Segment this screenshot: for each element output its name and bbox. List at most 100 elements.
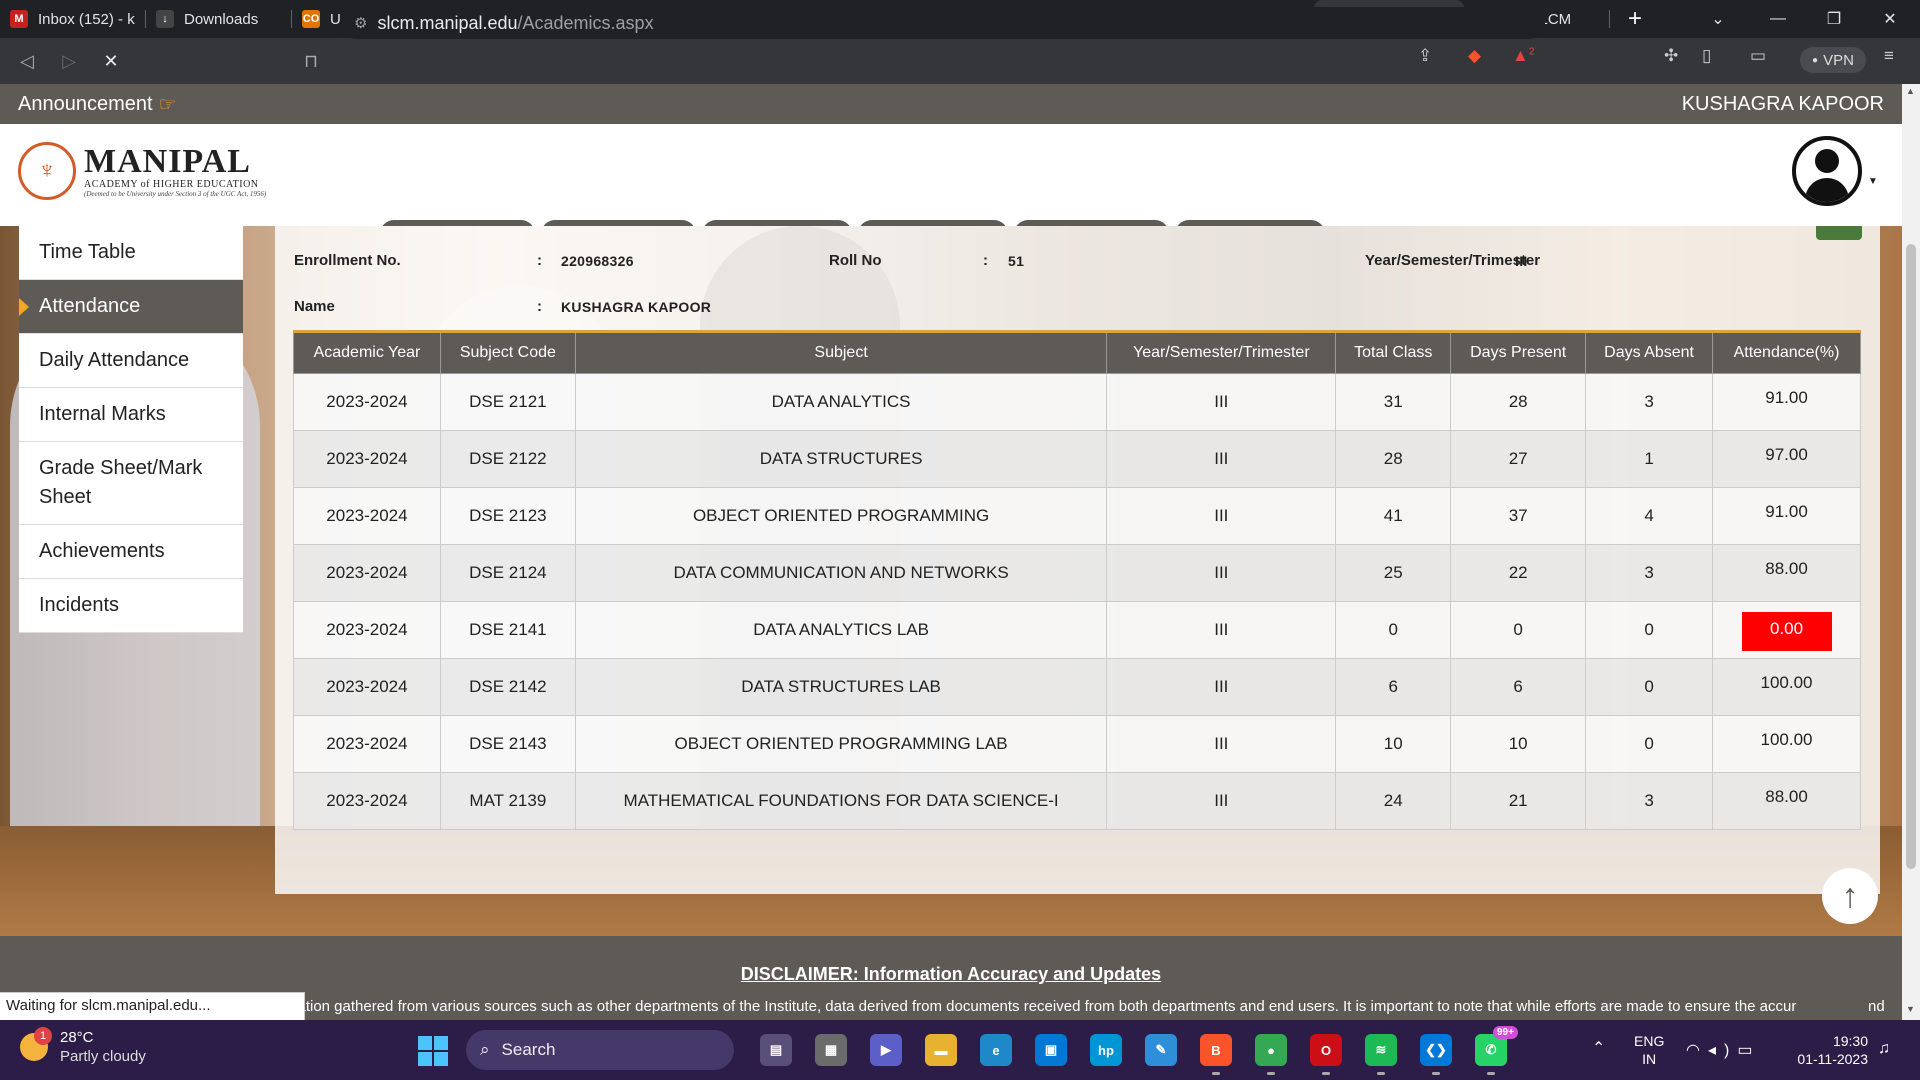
avatar[interactable] xyxy=(1792,136,1862,206)
edge-app-icon[interactable]: e xyxy=(980,1034,1012,1066)
cell-year: 2023-2024 xyxy=(293,487,441,545)
cell-present: 27 xyxy=(1450,430,1587,488)
side-menu-item[interactable]: Attendance xyxy=(19,280,243,334)
show-hidden-icons[interactable]: ⌃ xyxy=(1592,1038,1605,1058)
cell-code: DSE 2122 xyxy=(439,430,576,488)
cell-subject: DATA COMMUNICATION AND NETWORKS xyxy=(574,544,1108,602)
attendance-percent: 88.00 xyxy=(1765,787,1808,806)
stop-loading-icon[interactable]: ✕ xyxy=(96,46,126,76)
browser-tab[interactable]: M Inbox (152) - k xyxy=(0,0,146,38)
clock[interactable]: 19:30 01-11-2023 xyxy=(1788,1032,1868,1068)
minimize-button[interactable]: — xyxy=(1750,0,1806,38)
system-tray-icons[interactable]: ◠◂)▭ xyxy=(1686,1040,1760,1060)
announcement-link[interactable]: Announcement ☞ xyxy=(18,92,176,117)
column-header: Subject Code xyxy=(439,330,576,374)
restore-button[interactable]: ❐ xyxy=(1806,0,1862,38)
cell-year: 2023-2024 xyxy=(293,544,441,602)
manipal-logo[interactable]: ♆ MANIPAL ACADEMY of HIGHER EDUCATION (D… xyxy=(18,142,266,200)
extensions-icon[interactable]: ✣ xyxy=(1664,46,1678,66)
address-bar[interactable]: ⚙ slcm.manipal.edu/Academics.aspx xyxy=(340,7,1545,39)
weather-widget[interactable]: 1 28°C Partly cloudy xyxy=(20,1027,146,1066)
share-icon[interactable]: ⇪ xyxy=(1418,46,1432,66)
new-tab-button[interactable]: + xyxy=(1610,5,1660,33)
app-glyph: O xyxy=(1320,1042,1332,1058)
avatar-caret-icon[interactable]: ▼ xyxy=(1868,176,1878,187)
site-info-icon[interactable]: ⚙ xyxy=(354,14,367,32)
running-indicator xyxy=(1432,1072,1440,1075)
side-menu-item[interactable]: Achievements xyxy=(19,525,243,579)
notification-bell-icon[interactable]: ♫ xyxy=(1878,1040,1890,1058)
files-app-icon[interactable]: ▦ xyxy=(815,1034,847,1066)
vpn-button[interactable]: ● VPN xyxy=(1800,47,1866,73)
language-indicator[interactable]: ENG IN xyxy=(1634,1032,1664,1068)
cell-sem: III xyxy=(1106,658,1337,716)
forward-icon[interactable]: ▷ xyxy=(54,46,84,76)
start-button[interactable] xyxy=(418,1036,448,1066)
chrome-app-icon[interactable]: ● xyxy=(1255,1034,1287,1075)
spotify-app-icon[interactable]: ≋ xyxy=(1365,1034,1397,1075)
bookmark-icon[interactable]: ⊓ xyxy=(296,46,326,76)
cell-sem: III xyxy=(1106,373,1337,431)
column-header: Academic Year xyxy=(293,330,441,374)
cell-attendance-percent: 100.00 xyxy=(1712,658,1861,716)
table-row: 2023-2024 DSE 2141 DATA ANALYTICS LAB III 0 0… xyxy=(293,601,1861,659)
volume-icon: ◂) xyxy=(1707,1042,1738,1059)
side-menu-item[interactable]: Grade Sheet/Mark Sheet xyxy=(19,442,243,525)
cell-sem: III xyxy=(1106,715,1337,773)
side-menu-item[interactable]: Internal Marks xyxy=(19,388,243,442)
page-scrollbar[interactable]: ▲ ▼ xyxy=(1902,84,1920,1020)
browser-tab[interactable]: ↓ Downloads xyxy=(146,0,292,38)
cell-sem: III xyxy=(1106,772,1337,830)
store-app-icon[interactable]: ▣ xyxy=(1035,1034,1067,1066)
whatsapp-app-icon[interactable]: ✆ 99+ xyxy=(1475,1026,1518,1075)
brave-shields-icon[interactable]: ◆ xyxy=(1468,46,1481,66)
scrollbar-thumb[interactable] xyxy=(1906,244,1916,869)
brave-rewards-icon[interactable]: ▲2 xyxy=(1512,46,1534,66)
cell-total: 41 xyxy=(1335,487,1452,545)
windows-logo-pane xyxy=(434,1052,448,1066)
menu-icon[interactable]: ≡ xyxy=(1884,46,1894,66)
meet-app-icon[interactable]: ▶ xyxy=(870,1034,902,1066)
column-header: Year/Semester/Trimester xyxy=(1106,330,1337,374)
university-seal-icon: ♆ xyxy=(18,142,76,200)
table-row: 2023-2024 DSE 2142 DATA STRUCTURES LAB III 6… xyxy=(293,658,1861,716)
scroll-down-icon[interactable]: ▼ xyxy=(1906,1004,1915,1014)
attendance-percent: 91.00 xyxy=(1765,502,1808,521)
side-menu-item[interactable]: Incidents xyxy=(19,579,243,633)
scroll-to-top-button[interactable]: ↑ xyxy=(1822,868,1878,924)
back-icon[interactable]: ◁ xyxy=(12,46,42,76)
cell-subject: DATA STRUCTURES LAB xyxy=(574,658,1108,716)
tab-search-icon[interactable]: ⌄ xyxy=(1690,0,1746,38)
attendance-percent: 100.00 xyxy=(1760,730,1813,749)
sidebar-icon[interactable]: ▯ xyxy=(1702,46,1711,66)
pen-app-icon[interactable]: ✎ xyxy=(1145,1034,1177,1066)
side-menu-item[interactable]: Time Table xyxy=(19,226,243,280)
cell-present: 22 xyxy=(1450,544,1587,602)
logo-subtitle: ACADEMY of HIGHER EDUCATION xyxy=(84,178,259,190)
vscode-app-icon[interactable]: ❮❯ xyxy=(1420,1034,1452,1075)
weather-desc: Partly cloudy xyxy=(60,1048,146,1065)
scroll-up-icon[interactable]: ▲ xyxy=(1906,86,1915,96)
cell-year: 2023-2024 xyxy=(293,430,441,488)
brave-app-icon[interactable]: B xyxy=(1200,1034,1232,1075)
myhp-app-icon[interactable]: hp xyxy=(1090,1034,1122,1066)
roll-label: Roll No xyxy=(829,252,882,269)
side-menu-item[interactable]: Daily Attendance xyxy=(19,334,243,388)
disclaimer-line: rmation gathered from various sources su… xyxy=(280,998,1797,1015)
active-marker-icon xyxy=(19,298,29,316)
cell-year: 2023-2024 xyxy=(293,715,441,773)
taskbar-search[interactable]: ⌕ Search xyxy=(466,1030,734,1070)
cell-attendance-percent: 88.00 xyxy=(1712,544,1861,602)
wallet-icon[interactable]: ▭ xyxy=(1750,46,1766,66)
table-row: 2023-2024 DSE 2123 OBJECT ORIENTED PROGRAM… xyxy=(293,487,1861,545)
clock-date: 01-11-2023 xyxy=(1797,1051,1868,1067)
app-glyph: ✆ xyxy=(1485,1042,1497,1057)
side-menu-label: Grade Sheet/Mark Sheet xyxy=(39,457,203,508)
close-window-button[interactable]: ✕ xyxy=(1862,0,1918,38)
taskview-app-icon[interactable]: ▤ xyxy=(760,1034,792,1066)
vpn-dot-icon: ● xyxy=(1812,54,1819,66)
cell-absent: 0 xyxy=(1585,601,1714,659)
print-button[interactable] xyxy=(1816,226,1862,240)
explorer-app-icon[interactable]: ▬ xyxy=(925,1034,957,1066)
opera-app-icon[interactable]: O xyxy=(1310,1034,1342,1075)
